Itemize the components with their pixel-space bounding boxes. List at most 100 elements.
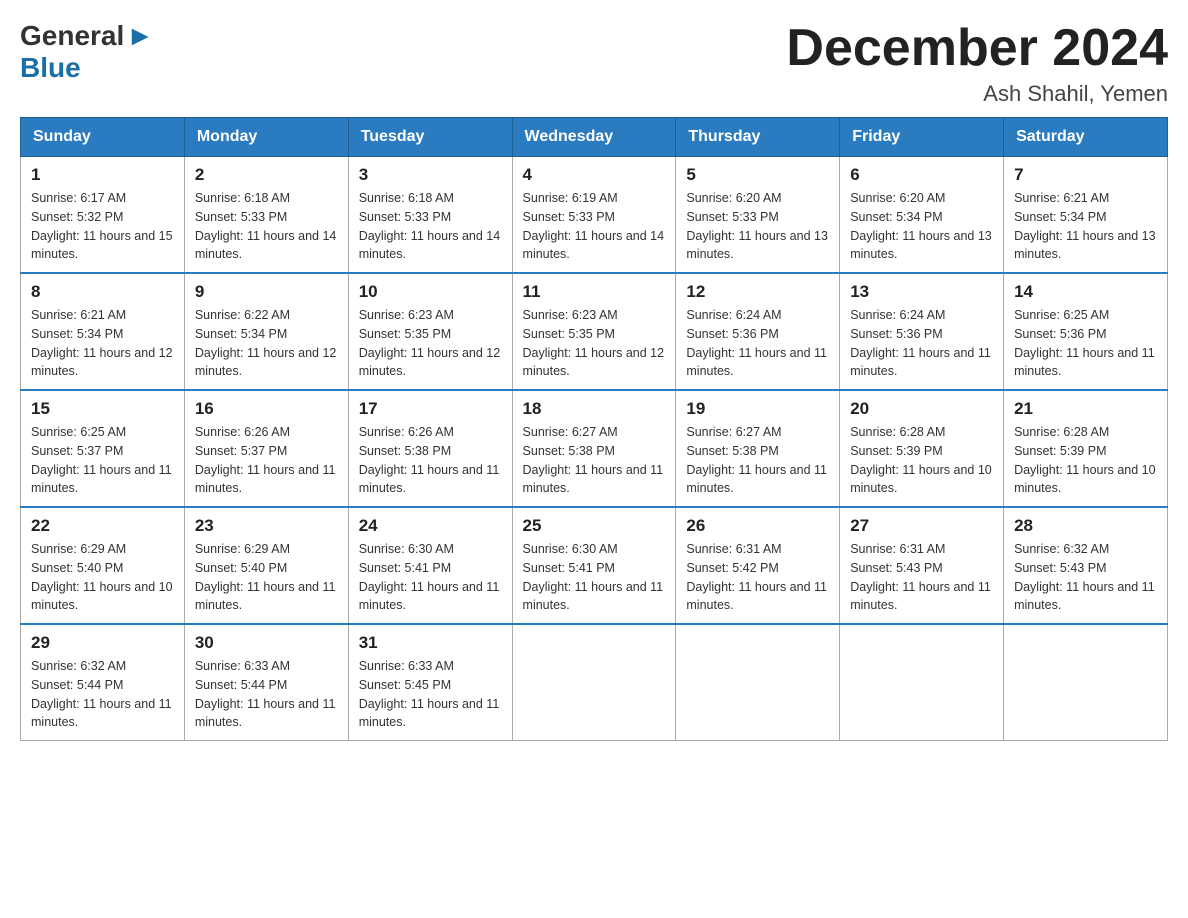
day-number: 26 xyxy=(686,516,829,536)
day-number: 11 xyxy=(523,282,666,302)
calendar-cell: 18 Sunrise: 6:27 AMSunset: 5:38 PMDayligh… xyxy=(512,390,676,507)
day-info: Sunrise: 6:29 AMSunset: 5:40 PMDaylight:… xyxy=(31,540,174,615)
day-info: Sunrise: 6:26 AMSunset: 5:37 PMDaylight:… xyxy=(195,423,338,498)
calendar-cell: 17 Sunrise: 6:26 AMSunset: 5:38 PMDayligh… xyxy=(348,390,512,507)
day-info: Sunrise: 6:21 AMSunset: 5:34 PMDaylight:… xyxy=(31,306,174,381)
day-info: Sunrise: 6:27 AMSunset: 5:38 PMDaylight:… xyxy=(686,423,829,498)
header-friday: Friday xyxy=(840,118,1004,157)
calendar-cell: 25 Sunrise: 6:30 AMSunset: 5:41 PMDayligh… xyxy=(512,507,676,624)
day-number: 1 xyxy=(31,165,174,185)
day-info: Sunrise: 6:22 AMSunset: 5:34 PMDaylight:… xyxy=(195,306,338,381)
page-header: General ► Blue December 2024 Ash Shahil,… xyxy=(20,20,1168,107)
day-info: Sunrise: 6:19 AMSunset: 5:33 PMDaylight:… xyxy=(523,189,666,264)
day-info: Sunrise: 6:21 AMSunset: 5:34 PMDaylight:… xyxy=(1014,189,1157,264)
header-sunday: Sunday xyxy=(21,118,185,157)
day-number: 25 xyxy=(523,516,666,536)
calendar-week-row: 22 Sunrise: 6:29 AMSunset: 5:40 PMDayligh… xyxy=(21,507,1168,624)
day-info: Sunrise: 6:18 AMSunset: 5:33 PMDaylight:… xyxy=(195,189,338,264)
day-info: Sunrise: 6:32 AMSunset: 5:44 PMDaylight:… xyxy=(31,657,174,732)
calendar-cell: 16 Sunrise: 6:26 AMSunset: 5:37 PMDayligh… xyxy=(184,390,348,507)
header-wednesday: Wednesday xyxy=(512,118,676,157)
day-number: 29 xyxy=(31,633,174,653)
day-info: Sunrise: 6:25 AMSunset: 5:37 PMDaylight:… xyxy=(31,423,174,498)
calendar-cell xyxy=(840,624,1004,741)
day-info: Sunrise: 6:27 AMSunset: 5:38 PMDaylight:… xyxy=(523,423,666,498)
calendar-cell xyxy=(512,624,676,741)
day-number: 19 xyxy=(686,399,829,419)
day-number: 3 xyxy=(359,165,502,185)
calendar-week-row: 29 Sunrise: 6:32 AMSunset: 5:44 PMDayligh… xyxy=(21,624,1168,741)
day-info: Sunrise: 6:20 AMSunset: 5:34 PMDaylight:… xyxy=(850,189,993,264)
calendar-cell: 26 Sunrise: 6:31 AMSunset: 5:42 PMDayligh… xyxy=(676,507,840,624)
calendar-cell: 2 Sunrise: 6:18 AMSunset: 5:33 PMDaylight… xyxy=(184,157,348,274)
calendar-cell: 12Sunrise: 6:24 AMSunset: 5:36 PMDayligh… xyxy=(676,273,840,390)
day-number: 8 xyxy=(31,282,174,302)
calendar-cell xyxy=(676,624,840,741)
day-number: 30 xyxy=(195,633,338,653)
day-number: 12 xyxy=(686,282,829,302)
calendar-cell: 7 Sunrise: 6:21 AMSunset: 5:34 PMDaylight… xyxy=(1004,157,1168,274)
day-number: 7 xyxy=(1014,165,1157,185)
day-number: 13 xyxy=(850,282,993,302)
day-number: 24 xyxy=(359,516,502,536)
day-number: 22 xyxy=(31,516,174,536)
calendar-cell: 13Sunrise: 6:24 AMSunset: 5:36 PMDayligh… xyxy=(840,273,1004,390)
calendar-cell: 23 Sunrise: 6:29 AMSunset: 5:40 PMDayligh… xyxy=(184,507,348,624)
calendar-cell: 3 Sunrise: 6:18 AMSunset: 5:33 PMDaylight… xyxy=(348,157,512,274)
calendar-cell: 6 Sunrise: 6:20 AMSunset: 5:34 PMDaylight… xyxy=(840,157,1004,274)
day-number: 15 xyxy=(31,399,174,419)
day-info: Sunrise: 6:30 AMSunset: 5:41 PMDaylight:… xyxy=(523,540,666,615)
day-info: Sunrise: 6:29 AMSunset: 5:40 PMDaylight:… xyxy=(195,540,338,615)
title-area: December 2024 Ash Shahil, Yemen xyxy=(786,20,1168,107)
calendar-cell xyxy=(1004,624,1168,741)
calendar-table: SundayMondayTuesdayWednesdayThursdayFrid… xyxy=(20,117,1168,741)
calendar-cell: 11Sunrise: 6:23 AMSunset: 5:35 PMDayligh… xyxy=(512,273,676,390)
logo-general-text: General xyxy=(20,20,124,52)
day-number: 9 xyxy=(195,282,338,302)
calendar-week-row: 15 Sunrise: 6:25 AMSunset: 5:37 PMDayligh… xyxy=(21,390,1168,507)
day-info: Sunrise: 6:28 AMSunset: 5:39 PMDaylight:… xyxy=(850,423,993,498)
day-info: Sunrise: 6:23 AMSunset: 5:35 PMDaylight:… xyxy=(359,306,502,381)
calendar-cell: 4Sunrise: 6:19 AMSunset: 5:33 PMDaylight… xyxy=(512,157,676,274)
day-info: Sunrise: 6:20 AMSunset: 5:33 PMDaylight:… xyxy=(686,189,829,264)
day-info: Sunrise: 6:26 AMSunset: 5:38 PMDaylight:… xyxy=(359,423,502,498)
day-number: 6 xyxy=(850,165,993,185)
calendar-week-row: 8 Sunrise: 6:21 AMSunset: 5:34 PMDaylight… xyxy=(21,273,1168,390)
day-number: 17 xyxy=(359,399,502,419)
day-info: Sunrise: 6:33 AMSunset: 5:45 PMDaylight:… xyxy=(359,657,502,732)
calendar-cell: 9 Sunrise: 6:22 AMSunset: 5:34 PMDaylight… xyxy=(184,273,348,390)
day-number: 31 xyxy=(359,633,502,653)
calendar-cell: 30 Sunrise: 6:33 AMSunset: 5:44 PMDayligh… xyxy=(184,624,348,741)
day-number: 18 xyxy=(523,399,666,419)
day-number: 2 xyxy=(195,165,338,185)
day-number: 23 xyxy=(195,516,338,536)
day-number: 16 xyxy=(195,399,338,419)
day-info: Sunrise: 6:18 AMSunset: 5:33 PMDaylight:… xyxy=(359,189,502,264)
header-thursday: Thursday xyxy=(676,118,840,157)
day-number: 28 xyxy=(1014,516,1157,536)
day-info: Sunrise: 6:31 AMSunset: 5:42 PMDaylight:… xyxy=(686,540,829,615)
calendar-cell: 10 Sunrise: 6:23 AMSunset: 5:35 PMDayligh… xyxy=(348,273,512,390)
month-title: December 2024 xyxy=(786,20,1168,77)
day-info: Sunrise: 6:28 AMSunset: 5:39 PMDaylight:… xyxy=(1014,423,1157,498)
logo: General ► Blue xyxy=(20,20,154,84)
calendar-cell: 20 Sunrise: 6:28 AMSunset: 5:39 PMDayligh… xyxy=(840,390,1004,507)
calendar-week-row: 1 Sunrise: 6:17 AMSunset: 5:32 PMDaylight… xyxy=(21,157,1168,274)
calendar-cell: 21Sunrise: 6:28 AMSunset: 5:39 PMDayligh… xyxy=(1004,390,1168,507)
header-monday: Monday xyxy=(184,118,348,157)
calendar-cell: 27Sunrise: 6:31 AMSunset: 5:43 PMDayligh… xyxy=(840,507,1004,624)
calendar-cell: 19 Sunrise: 6:27 AMSunset: 5:38 PMDayligh… xyxy=(676,390,840,507)
day-info: Sunrise: 6:30 AMSunset: 5:41 PMDaylight:… xyxy=(359,540,502,615)
calendar-cell: 1 Sunrise: 6:17 AMSunset: 5:32 PMDaylight… xyxy=(21,157,185,274)
calendar-cell: 28Sunrise: 6:32 AMSunset: 5:43 PMDayligh… xyxy=(1004,507,1168,624)
day-number: 10 xyxy=(359,282,502,302)
calendar-header-row: SundayMondayTuesdayWednesdayThursdayFrid… xyxy=(21,118,1168,157)
logo-blue-text: Blue xyxy=(20,52,81,84)
calendar-cell: 8 Sunrise: 6:21 AMSunset: 5:34 PMDaylight… xyxy=(21,273,185,390)
day-number: 20 xyxy=(850,399,993,419)
day-info: Sunrise: 6:17 AMSunset: 5:32 PMDaylight:… xyxy=(31,189,174,264)
day-number: 14 xyxy=(1014,282,1157,302)
day-info: Sunrise: 6:25 AMSunset: 5:36 PMDaylight:… xyxy=(1014,306,1157,381)
day-info: Sunrise: 6:33 AMSunset: 5:44 PMDaylight:… xyxy=(195,657,338,732)
day-number: 27 xyxy=(850,516,993,536)
